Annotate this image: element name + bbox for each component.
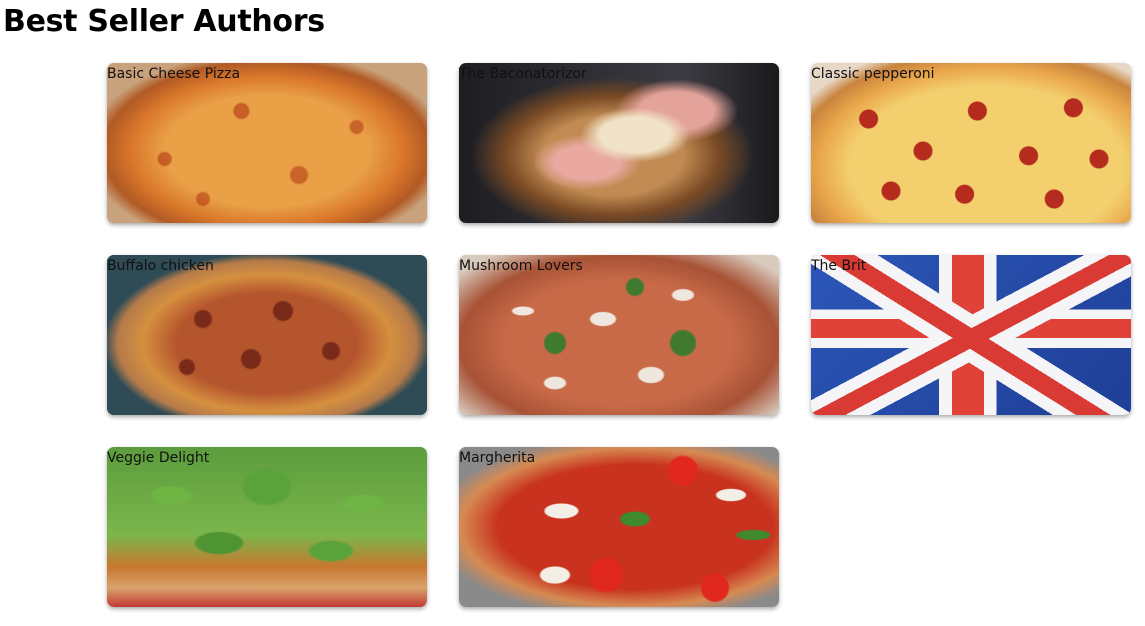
page-title: Best Seller Authors (3, 4, 325, 39)
card-label: The Baconatorizor (459, 66, 587, 82)
margherita-pizza-image (459, 447, 779, 607)
product-card-mushroom-lovers[interactable]: Mushroom Lovers (459, 255, 779, 415)
card-label: Buffalo chicken (107, 258, 214, 274)
arugula-pizza-image (107, 447, 427, 607)
bacon-calzone-image (459, 63, 779, 223)
product-card-basic-cheese-pizza[interactable]: Basic Cheese Pizza (107, 63, 427, 223)
product-card-veggie-delight[interactable]: Veggie Delight (107, 447, 427, 607)
pepperoni-pizza-image (811, 63, 1131, 223)
cheese-pizza-image (107, 63, 427, 223)
product-card-classic-pepperoni[interactable]: Classic pepperoni (811, 63, 1131, 223)
union-jack-flag-image (811, 255, 1131, 415)
card-label: Classic pepperoni (811, 66, 935, 82)
product-grid: Basic Cheese Pizza The Baconatorizor Cla… (107, 63, 1131, 607)
card-label: The Brit (811, 258, 867, 274)
product-card-the-baconatorizor[interactable]: The Baconatorizor (459, 63, 779, 223)
product-card-margherita[interactable]: Margherita (459, 447, 779, 607)
card-label: Basic Cheese Pizza (107, 66, 241, 82)
product-card-buffalo-chicken[interactable]: Buffalo chicken (107, 255, 427, 415)
buffalo-chicken-pizza-image (107, 255, 427, 415)
card-label: Mushroom Lovers (459, 258, 583, 274)
card-label: Veggie Delight (107, 450, 210, 466)
mushroom-pizza-image (459, 255, 779, 415)
product-card-the-brit[interactable]: The Brit (811, 255, 1131, 415)
card-label: Margherita (459, 450, 536, 466)
